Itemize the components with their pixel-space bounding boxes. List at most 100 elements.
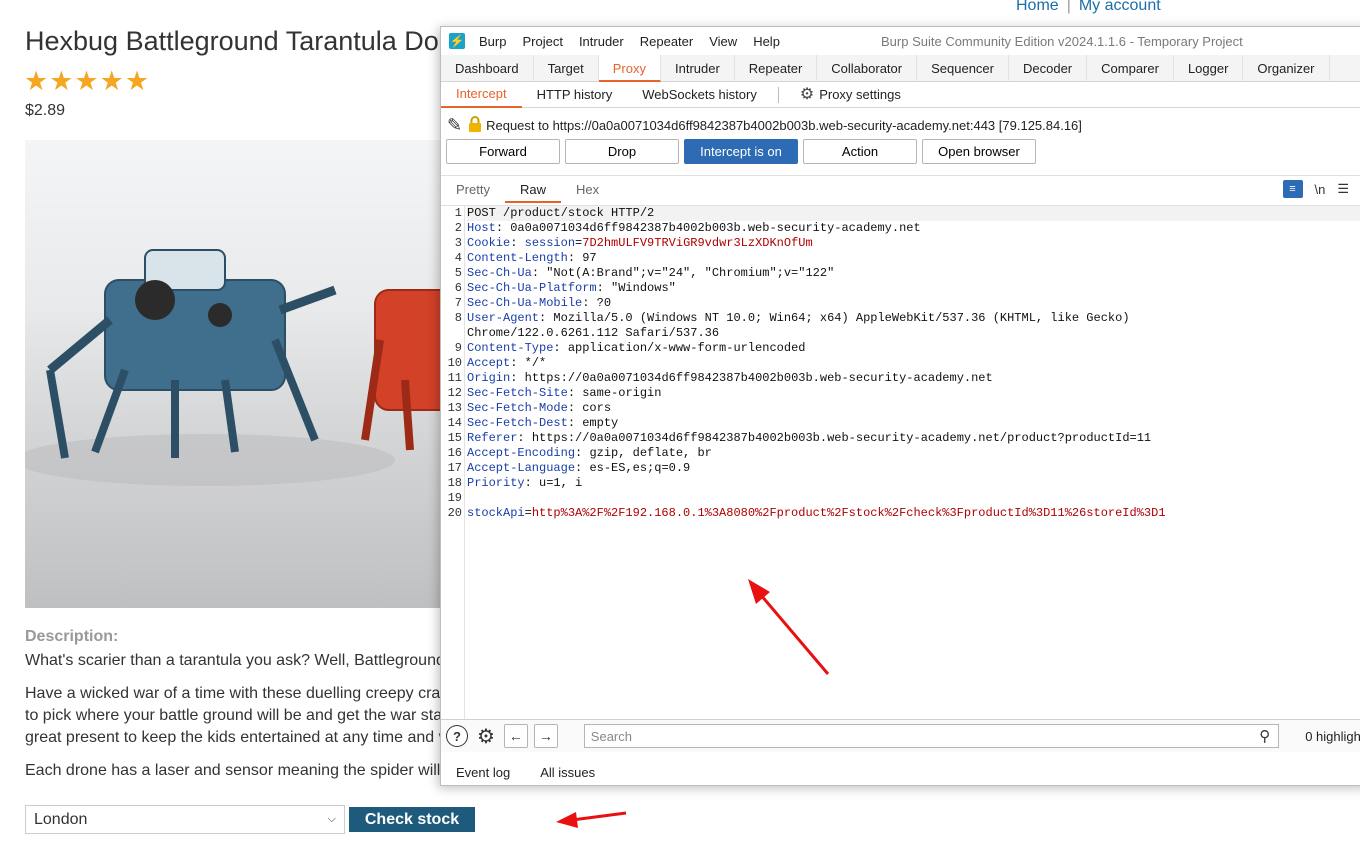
tab-divider	[777, 86, 779, 103]
tab-pretty[interactable]: Pretty	[441, 176, 505, 203]
search-input[interactable]: Search ⚲	[583, 724, 1280, 748]
tab-raw[interactable]: Raw	[504, 176, 561, 203]
menu-icon[interactable]: ☰	[1337, 181, 1349, 197]
tab-decoder[interactable]: Decoder	[1009, 55, 1088, 82]
header-separator: :	[531, 266, 547, 280]
tab-intruder[interactable]: Intruder	[661, 55, 735, 82]
header-value: gzip, deflate, br	[589, 446, 712, 460]
header-name: Host	[467, 221, 496, 235]
show-newlines-toggle[interactable]: \n	[1315, 182, 1326, 197]
request-line: 15 Referer: https://0a0a0071034d6ff984238…	[448, 431, 1360, 446]
request-body[interactable]: 1 POST /product/stock HTTP/2 2 Host: 0a0a00…	[448, 206, 1360, 521]
tab-websockets-history[interactable]: WebSockets history	[627, 82, 772, 108]
header-name: Cookie	[467, 236, 511, 250]
tab-repeater[interactable]: Repeater	[735, 55, 818, 82]
request-line: 14 Sec-Fetch-Dest: empty	[448, 416, 1360, 431]
request-line: 7 Sec-Ch-Ua-Mobile: ?0	[455, 296, 1360, 311]
store-select[interactable]: London ⌵	[25, 805, 345, 834]
header-value: application/x-www-form-urlencoded	[567, 341, 806, 355]
tab-proxy[interactable]: Proxy	[598, 55, 661, 82]
event-log-tab[interactable]: Event log	[441, 761, 525, 785]
request-line: 6 Sec-Ch-Ua-Platform: "Windows"	[455, 281, 1360, 296]
header-separator: :	[539, 311, 554, 325]
intercept-actions: Forward Drop Intercept is on Action Open…	[441, 139, 1360, 165]
settings-gear-icon[interactable]: ⚙	[474, 724, 498, 749]
menu-intruder[interactable]: Intruder	[579, 34, 624, 49]
request-line: 11 Origin: https://0a0a0071034d6ff9842387…	[448, 371, 1360, 386]
forward-button[interactable]: Forward	[446, 139, 560, 164]
header-separator: :	[510, 371, 525, 385]
pencil-icon[interactable]: ✎	[447, 115, 462, 136]
line-number: 6	[454, 281, 462, 295]
request-line: 16 Accept-Encoding: gzip, deflate, br	[448, 446, 1360, 461]
line-number: 11	[447, 371, 462, 385]
request-editor[interactable]: 1 POST /product/stock HTTP/2 2 Host: 0a0a00…	[441, 205, 1360, 719]
description-paragraph: Each drone has a laser and sensor meanin…	[25, 762, 441, 779]
tab-hex[interactable]: Hex	[561, 176, 614, 203]
line-number: 10	[447, 356, 462, 370]
tab-dashboard[interactable]: Dashboard	[441, 55, 534, 82]
header-name: Sec-Ch-Ua-Mobile	[467, 296, 583, 310]
description-label: Description:	[25, 628, 119, 645]
request-info: ✎ Request to https://0a0a0071034d6ff9842…	[441, 112, 1360, 138]
product-price: $2.89	[25, 102, 66, 119]
header-name: Accept-Language	[467, 461, 576, 475]
my-account-link[interactable]: My account	[1079, 0, 1161, 15]
tab-target[interactable]: Target	[534, 55, 599, 82]
tab-comparer[interactable]: Comparer	[1087, 55, 1174, 82]
proxy-settings-button[interactable]: ⚙ Proxy settings	[785, 82, 916, 108]
action-button[interactable]: Action	[803, 139, 917, 164]
tab-http-history[interactable]: HTTP history	[522, 82, 628, 108]
tab-sequencer[interactable]: Sequencer	[917, 55, 1009, 82]
check-stock-button[interactable]: Check stock	[349, 807, 475, 832]
request-text: POST /product/stock HTTP/2	[467, 206, 655, 220]
tab-intercept[interactable]: Intercept	[441, 82, 522, 108]
menu-burp[interactable]: Burp	[479, 34, 506, 49]
header-name: Content-Length	[467, 251, 568, 265]
menu-view[interactable]: View	[709, 34, 737, 49]
header-name: Sec-Fetch-Mode	[467, 401, 568, 415]
description-paragraph: to pick where your battle ground will be…	[25, 707, 443, 724]
header-name: Origin	[467, 371, 511, 385]
burp-window: ⚡ Burp Project Intruder Repeater View He…	[440, 26, 1360, 786]
drop-button[interactable]: Drop	[565, 139, 679, 164]
open-browser-button[interactable]: Open browser	[922, 139, 1036, 164]
cookie-value: 7D2hmULFV9TRViGR9vdwr3LzXDKnOfUm	[582, 236, 813, 250]
header-name: Sec-Ch-Ua	[467, 266, 532, 280]
menu-project[interactable]: Project	[522, 34, 562, 49]
header-separator: :	[510, 236, 525, 250]
all-issues-tab[interactable]: All issues	[525, 761, 610, 785]
home-link[interactable]: Home	[1016, 0, 1059, 15]
back-arrow-icon[interactable]: ←	[503, 724, 528, 748]
line-number: 12	[447, 386, 462, 400]
help-icon[interactable]: ?	[446, 725, 468, 747]
word-wrap-icon[interactable]: ≡	[1282, 180, 1303, 198]
header-value: u=1, i	[539, 476, 583, 490]
request-line: 13 Sec-Fetch-Mode: cors	[448, 401, 1360, 416]
tab-logger[interactable]: Logger	[1174, 55, 1244, 82]
line-number: 4	[454, 251, 462, 265]
editor-tools: ≡ \n ☰	[1282, 180, 1349, 198]
header-value: 0a0a0071034d6ff9842387b4002b003b.web-sec…	[510, 221, 921, 235]
menu-help[interactable]: Help	[753, 34, 780, 49]
header-separator: :	[567, 401, 583, 415]
main-tabs: Dashboard Target Proxy Intruder Repeater…	[441, 55, 1360, 82]
request-line: 9 Content-Type: application/x-www-form-ur…	[455, 341, 1360, 356]
highlights-count: 0 highlights	[1305, 728, 1360, 744]
line-number: 3	[454, 236, 462, 250]
line-number: 13	[447, 401, 462, 415]
tab-collaborator[interactable]: Collaborator	[817, 55, 918, 82]
intercept-toggle-button[interactable]: Intercept is on	[684, 139, 798, 164]
header-separator: :	[517, 431, 532, 445]
description-paragraph: Have a wicked war of a time with these d…	[25, 685, 441, 702]
header-separator: :	[575, 461, 590, 475]
cookie-name: session	[524, 236, 576, 250]
tab-organizer[interactable]: Organizer	[1243, 55, 1330, 82]
menu-repeater[interactable]: Repeater	[640, 34, 693, 49]
request-line: 10 Accept: */*	[448, 356, 1360, 371]
header-name: Priority	[467, 476, 525, 490]
annotation-arrow-check-stock	[556, 811, 627, 828]
forward-arrow-icon[interactable]: →	[533, 724, 558, 748]
line-number: 14	[447, 416, 462, 430]
proxy-tabs: Intercept HTTP history WebSockets histor…	[441, 82, 1360, 108]
